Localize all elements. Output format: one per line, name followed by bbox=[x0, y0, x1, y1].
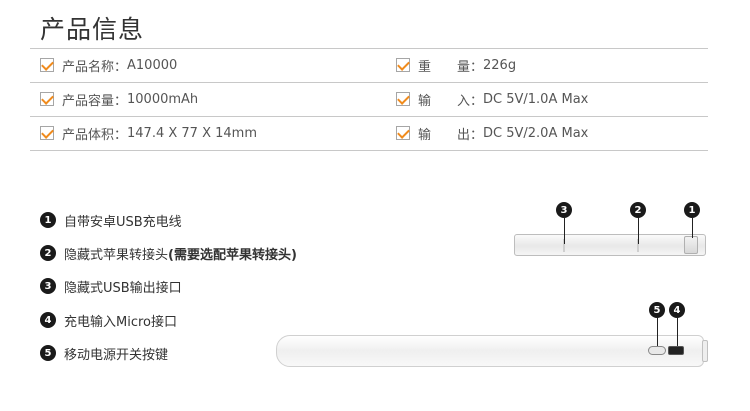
spec-weight: 重 量： 226g bbox=[396, 48, 516, 82]
checkmark-icon bbox=[396, 58, 410, 72]
feature-item: 5 移动电源开关按键 bbox=[40, 343, 168, 363]
checkmark-icon bbox=[396, 126, 410, 140]
spec-value: DC 5V/1.0A Max bbox=[483, 91, 589, 107]
callout-line bbox=[564, 218, 565, 244]
spec-label: 重 量： bbox=[418, 59, 484, 75]
power-bank-side-view bbox=[514, 234, 706, 256]
checkmark-icon bbox=[40, 126, 54, 140]
callout-line bbox=[638, 218, 639, 244]
callout-badge: 3 bbox=[556, 202, 572, 218]
number-badge: 2 bbox=[40, 245, 56, 261]
power-bank-edge-view bbox=[276, 335, 704, 367]
spec-label: 输 出： bbox=[418, 127, 484, 143]
spec-name: 产品名称： A10000 bbox=[40, 48, 177, 82]
number-badge: 5 bbox=[40, 345, 56, 361]
feature-item: 1 自带安卓USB充电线 bbox=[40, 210, 182, 230]
feature-text: 移动电源开关按键 bbox=[64, 347, 169, 363]
divider bbox=[30, 150, 708, 151]
spec-label: 输 入： bbox=[418, 93, 484, 109]
feature-text: 充电输入Micro接口 bbox=[64, 314, 177, 330]
checkmark-icon bbox=[40, 92, 54, 106]
feature-item: 4 充电输入Micro接口 bbox=[40, 310, 177, 330]
micro-usb-port bbox=[668, 346, 684, 355]
callout-line bbox=[677, 318, 678, 346]
number-badge: 1 bbox=[40, 212, 56, 228]
callout-line bbox=[692, 218, 693, 238]
spec-value: 147.4 X 77 X 14mm bbox=[127, 125, 257, 141]
feature-note: (需要选配苹果转接头) bbox=[168, 247, 297, 263]
callout-badge: 2 bbox=[630, 202, 646, 218]
spec-value: A10000 bbox=[127, 57, 178, 73]
spec-value: DC 5V/2.0A Max bbox=[483, 125, 589, 141]
spec-value: 10000mAh bbox=[127, 91, 199, 107]
spec-output: 输 出： DC 5V/2.0A Max bbox=[396, 116, 588, 150]
callout-line bbox=[657, 318, 658, 346]
page-title: 产品信息 bbox=[40, 15, 145, 44]
number-badge: 3 bbox=[40, 278, 56, 294]
spec-value: 226g bbox=[483, 57, 517, 73]
spec-row: 产品名称： A10000 重 量： 226g bbox=[30, 48, 708, 82]
number-badge: 4 bbox=[40, 312, 56, 328]
checkmark-icon bbox=[40, 58, 54, 72]
spec-input: 输 入： DC 5V/1.0A Max bbox=[396, 82, 588, 116]
spec-capacity: 产品容量： 10000mAh bbox=[40, 82, 198, 116]
feature-text: 隐藏式USB输出接口 bbox=[64, 280, 182, 296]
callout-badge: 1 bbox=[684, 202, 700, 218]
device-endcap bbox=[702, 340, 708, 362]
feature-item: 3 隐藏式USB输出接口 bbox=[40, 276, 182, 296]
spec-size: 产品体积： 147.4 X 77 X 14mm bbox=[40, 116, 257, 150]
callout-badge: 4 bbox=[669, 302, 685, 318]
callout-badge: 5 bbox=[649, 302, 665, 318]
feature-item: 2 隐藏式苹果转接头 (需要选配苹果转接头) bbox=[40, 243, 297, 263]
power-switch bbox=[648, 346, 666, 355]
spec-row: 产品体积： 147.4 X 77 X 14mm 输 出： DC 5V/2.0A … bbox=[30, 116, 708, 150]
feature-text: 隐藏式苹果转接头 bbox=[64, 247, 169, 263]
feature-text: 自带安卓USB充电线 bbox=[64, 214, 182, 230]
checkmark-icon bbox=[396, 92, 410, 106]
spec-row: 产品容量： 10000mAh 输 入： DC 5V/1.0A Max bbox=[30, 82, 708, 116]
spec-label: 产品体积： bbox=[62, 127, 128, 143]
cable-plug bbox=[684, 236, 698, 254]
spec-label: 产品容量： bbox=[62, 93, 128, 109]
spec-label: 产品名称： bbox=[62, 59, 128, 75]
